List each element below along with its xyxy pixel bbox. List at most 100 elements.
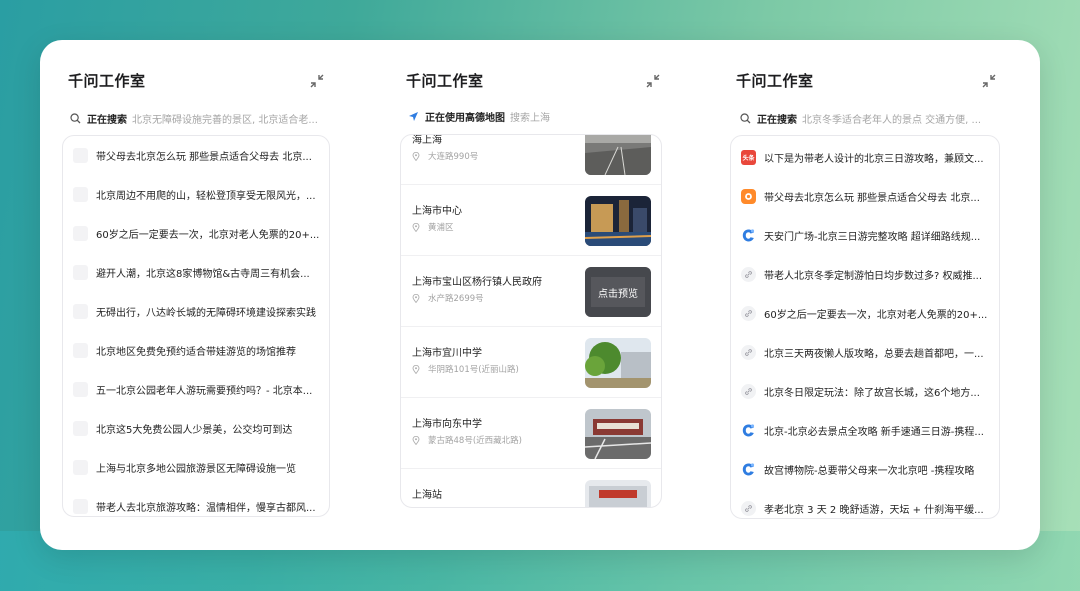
list-item[interactable]: 天安门广场-北京三日游完整攻略 超详细路线规...	[731, 216, 999, 255]
favicon-placeholder-icon	[73, 304, 88, 319]
list-item[interactable]: 带老人北京冬季定制游怕日均步数过多? 权威推...	[731, 255, 999, 294]
map-status-label: 正在使用高德地图	[425, 112, 505, 124]
list-item[interactable]: 60岁之后一定要去一次，北京对老人免票的20+...	[63, 214, 329, 253]
poi-thumbnail[interactable]: 点击预览	[585, 267, 651, 317]
list-item[interactable]: 60岁之后一定要去一次，北京对老人免票的20+...	[731, 294, 999, 333]
favicon-placeholder-icon	[73, 148, 88, 163]
search-icon	[70, 112, 81, 124]
collapse-icon[interactable]	[646, 74, 660, 88]
favicon-placeholder-icon	[73, 421, 88, 436]
poi-name: 上海站	[412, 490, 442, 501]
list-item-title: 带老人北京冬季定制游怕日均步数过多? 权威推...	[764, 271, 983, 282]
collapse-icon[interactable]	[310, 74, 324, 88]
poi-address-text: 大连路990号	[428, 152, 479, 162]
poi-item[interactable]: 上海市宜川中学华阴路101号(近丽山路)	[401, 328, 661, 398]
poi-list: 海上海大连路990号上海市中心 黄浦区上海市宝山区杨行镇人民政府水产路2699号 点…	[400, 134, 662, 508]
poi-item[interactable]: 上海站	[401, 470, 661, 507]
link-icon	[741, 501, 756, 516]
poi-address: 黄浦区	[412, 221, 454, 233]
list-item-title: 以下是为带老人设计的北京三日游攻略，兼顾文...	[764, 154, 984, 165]
workspace-card: 千问工作室 正在搜索 北京无障碍设施完善的景区, 北京适合老... 带父母去北京…	[40, 40, 1040, 550]
list-item[interactable]: 北京周边不用爬的山，轻松登顶享受无限风光，...	[63, 175, 329, 214]
favicon-placeholder-icon	[73, 265, 88, 280]
list-item[interactable]: 头条 以下是为带老人设计的北京三日游攻略，兼顾文...	[731, 138, 999, 177]
list-item-title: 带老人去北京旅游攻略：温情相伴，慢享古都风...	[96, 503, 316, 514]
list-item[interactable]: 带老人去北京旅游攻略：温情相伴，慢享古都风...	[63, 487, 329, 516]
ctrip-icon	[741, 228, 756, 243]
poi-thumbnail[interactable]	[585, 196, 651, 246]
ctrip-icon	[741, 423, 756, 438]
list-item-title: 故宫博物院-总要带父母来一次北京吧 -携程攻略	[764, 466, 975, 477]
poi-item[interactable]: 上海市向东中学蒙古路48号(近西藏北路)	[401, 399, 661, 469]
list-item-title: 北京三天两夜懒人版攻略，总要去趟首都吧，一...	[764, 349, 984, 360]
list-item[interactable]: 带父母去北京怎么玩 那些景点适合父母去 北京...	[63, 136, 329, 175]
list-item-title: 无碍出行，八达岭长城的无障碍环境建设探索实践	[96, 308, 316, 319]
list-item-title: 60岁之后一定要去一次，北京对老人免票的20+...	[764, 310, 988, 321]
poi-address: 华阴路101号(近丽山路)	[412, 363, 519, 375]
poi-thumbnail[interactable]	[585, 338, 651, 388]
list-item-title: 天安门广场-北京三日游完整攻略 超详细路线规...	[764, 232, 981, 243]
list-item[interactable]: 带父母去北京怎么玩 那些景点适合父母去 北京...	[731, 177, 999, 216]
list-item-title: 带父母去北京怎么玩 那些景点适合父母去 北京...	[764, 193, 980, 204]
poi-item[interactable]: 海上海大连路990号	[401, 135, 661, 185]
list-item-title: 北京周边不用爬的山，轻松登顶享受无限风光，...	[96, 191, 316, 202]
panel-title: 千问工作室	[736, 72, 814, 90]
list-item-title: 孝老北京 3 天 2 晚舒适游，天坛 + 什刹海平缓...	[764, 505, 984, 516]
list-item[interactable]: 五一北京公园老年人游玩需要预约吗？- 北京本...	[63, 370, 329, 409]
poi-name: 海上海	[412, 135, 442, 146]
list-item[interactable]: 北京冬日限定玩法：除了故宫长城，这6个地方...	[731, 372, 999, 411]
poi-thumbnail[interactable]	[585, 409, 651, 459]
search-query: 北京冬季适合老年人的景点 交通方便, ...	[802, 114, 982, 126]
map-query: 搜索上海	[510, 112, 550, 124]
link-icon	[741, 306, 756, 321]
list-item-title: 上海与北京多地公园旅游景区无障碍设施一览	[96, 464, 296, 475]
poi-address-text: 水产路2699号	[428, 294, 484, 304]
list-item[interactable]: 避开人潮，北京这8家博物馆&古寺周三有机会...	[63, 253, 329, 292]
location-pin-icon	[412, 222, 424, 232]
favicon-placeholder-icon	[73, 187, 88, 202]
poi-address-text: 蒙古路48号(近西藏北路)	[428, 436, 522, 446]
preview-button[interactable]: 点击预览	[585, 267, 651, 317]
list-item-title: 北京这5大免费公园人少景美，公交均可到达	[96, 425, 293, 436]
location-pin-icon	[412, 151, 424, 161]
poi-name: 上海市宜川中学	[412, 348, 482, 359]
link-icon	[741, 267, 756, 282]
list-item-title: 60岁之后一定要去一次，北京对老人免票的20+...	[96, 230, 320, 241]
middle-panel: 千问工作室 正在使用高德地图 搜索上海	[406, 70, 668, 124]
poi-address-text: 黄浦区	[428, 223, 454, 233]
list-item[interactable]: 北京三天两夜懒人版攻略，总要去趟首都吧，一...	[731, 333, 999, 372]
list-item[interactable]: 北京-北京必去景点全攻略 新手速通三日游-携程...	[731, 411, 999, 450]
left-panel: 千问工作室 正在搜索 北京无障碍设施完善的景区, 北京适合老... 带父母去北京…	[62, 70, 330, 540]
map-status: 正在使用高德地图 搜索上海	[408, 108, 648, 124]
poi-name: 上海市向东中学	[412, 419, 482, 430]
ctrip-icon	[741, 462, 756, 477]
list-item[interactable]: 北京这5大免费公园人少景美，公交均可到达	[63, 409, 329, 448]
source-logo-icon	[741, 189, 756, 204]
poi-name: 上海市宝山区杨行镇人民政府	[412, 277, 542, 288]
panel-title: 千问工作室	[406, 72, 484, 90]
list-item[interactable]: 孝老北京 3 天 2 晚舒适游，天坛 + 什刹海平缓...	[731, 489, 999, 518]
poi-thumbnail[interactable]	[585, 480, 651, 507]
poi-address-text: 华阴路101号(近丽山路)	[428, 365, 519, 375]
favicon-placeholder-icon	[73, 382, 88, 397]
list-item-title: 北京地区免费免预约适合带娃游览的场馆推荐	[96, 347, 296, 358]
list-item[interactable]: 上海与北京多地公园旅游景区无障碍设施一览	[63, 448, 329, 487]
poi-address: 大连路990号	[412, 150, 478, 162]
location-pin-icon	[412, 435, 424, 445]
list-item[interactable]: 北京地区免费免预约适合带娃游览的场馆推荐	[63, 331, 329, 370]
list-item-title: 五一北京公园老年人游玩需要预约吗？- 北京本...	[96, 386, 313, 397]
poi-item[interactable]: 上海市中心 黄浦区	[401, 186, 661, 256]
list-item[interactable]: 故宫博物院-总要带父母来一次北京吧 -携程攻略	[731, 450, 999, 489]
list-item-title: 带父母去北京怎么玩 那些景点适合父母去 北京...	[96, 152, 312, 163]
poi-item[interactable]: 上海市宝山区杨行镇人民政府水产路2699号 点击预览	[401, 257, 661, 327]
list-item-title: 北京-北京必去景点全攻略 新手速通三日游-携程...	[764, 427, 984, 438]
link-icon	[741, 384, 756, 399]
search-query: 北京无障碍设施完善的景区, 北京适合老...	[132, 114, 318, 126]
poi-thumbnail[interactable]	[585, 135, 651, 175]
search-status: 正在搜索 北京冬季适合老年人的景点 交通方便, ...	[740, 110, 1002, 126]
collapse-icon[interactable]	[982, 74, 996, 88]
list-item[interactable]: 无碍出行，八达岭长城的无障碍环境建设探索实践	[63, 292, 329, 331]
result-list: 头条 以下是为带老人设计的北京三日游攻略，兼顾文... 带父母去北京怎么玩 那些景点…	[730, 135, 1000, 519]
location-pin-icon	[412, 364, 424, 374]
list-item-title: 避开人潮，北京这8家博物馆&古寺周三有机会...	[96, 269, 310, 280]
